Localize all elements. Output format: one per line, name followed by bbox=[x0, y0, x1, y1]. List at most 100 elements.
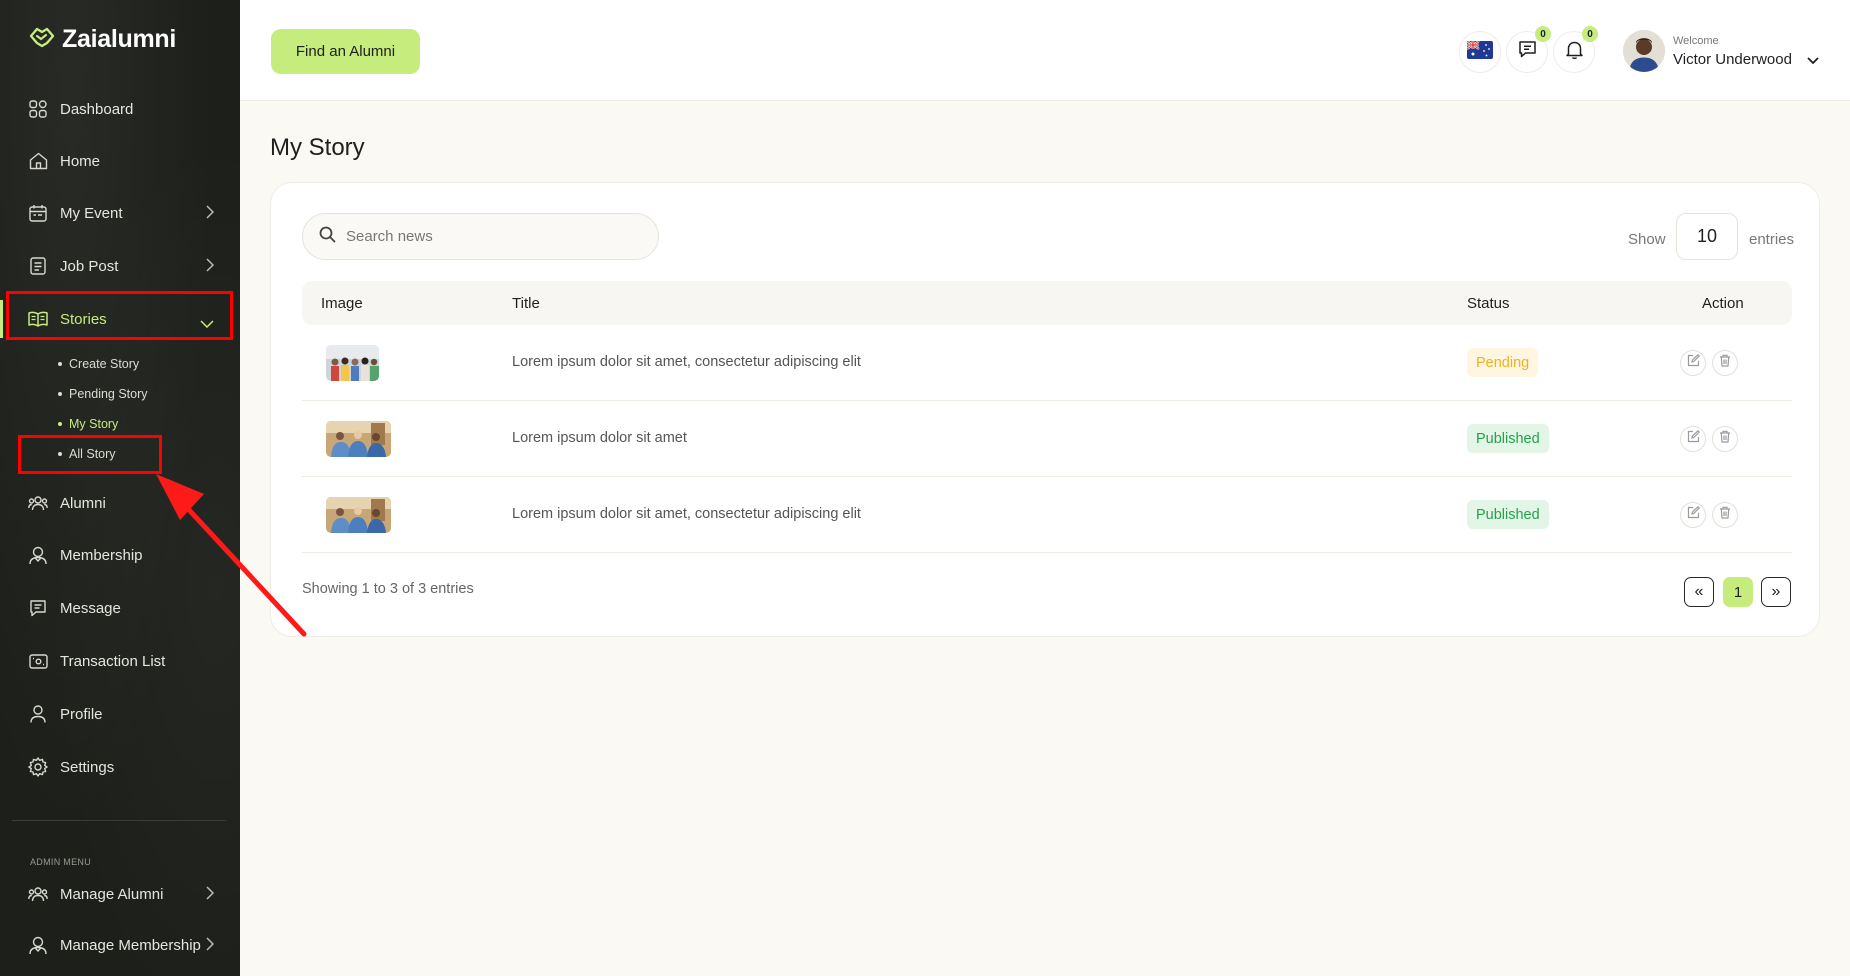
table-header: Image Title Status Action bbox=[302, 281, 1792, 325]
column-header-image: Image bbox=[321, 295, 363, 312]
messages-button[interactable]: 0 bbox=[1506, 26, 1551, 73]
sidebar-item-transaction-list[interactable]: Transaction List bbox=[0, 636, 240, 686]
show-label: Show bbox=[1628, 231, 1666, 248]
trash-icon bbox=[1719, 354, 1731, 372]
status-badge: Published bbox=[1467, 424, 1549, 453]
sidebar-item-membership[interactable]: Membership bbox=[0, 530, 240, 580]
language-selector[interactable] bbox=[1459, 31, 1501, 73]
chevron-down-icon bbox=[200, 315, 214, 332]
sidebar-item-job-post[interactable]: Job Post bbox=[0, 241, 240, 291]
welcome-label: Welcome bbox=[1673, 35, 1719, 47]
bullet-icon bbox=[58, 422, 62, 426]
sidebar-item-label: Manage Membership bbox=[60, 936, 201, 954]
trash-icon bbox=[1719, 506, 1731, 524]
chevron-right-icon bbox=[206, 937, 215, 955]
sidebar-item-my-event[interactable]: My Event bbox=[0, 188, 240, 238]
sidebar-item-label: Settings bbox=[60, 758, 115, 776]
gear-icon bbox=[28, 757, 48, 777]
story-title[interactable]: Lorem ipsum dolor sit amet, consectetur … bbox=[512, 354, 861, 370]
sidebar-item-label: Membership bbox=[60, 546, 143, 564]
sidebar-item-profile[interactable]: Profile bbox=[0, 689, 240, 739]
story-title[interactable]: Lorem ipsum dolor sit amet bbox=[512, 430, 687, 446]
sidebar-item-stories[interactable]: Stories bbox=[0, 294, 240, 344]
story-title[interactable]: Lorem ipsum dolor sit amet, consectetur … bbox=[512, 506, 861, 522]
edit-button[interactable] bbox=[1680, 426, 1706, 452]
search-input[interactable] bbox=[346, 228, 646, 245]
logo-text: Zaialumni bbox=[62, 25, 176, 53]
sidebar-subitem-pending-story[interactable]: Pending Story bbox=[58, 387, 148, 401]
sidebar-item-label: Job Post bbox=[60, 257, 119, 275]
table-row: Lorem ipsum dolor sit amet Published bbox=[302, 401, 1792, 477]
story-thumbnail bbox=[326, 345, 379, 381]
sidebar-item-label: My Event bbox=[60, 204, 123, 222]
calendar-icon bbox=[28, 203, 48, 223]
user-badge-icon bbox=[28, 545, 48, 565]
edit-button[interactable] bbox=[1680, 502, 1706, 528]
search-icon bbox=[319, 226, 336, 248]
table-row: Lorem ipsum dolor sit amet, consectetur … bbox=[302, 477, 1792, 553]
table-row: Lorem ipsum dolor sit amet, consectetur … bbox=[302, 325, 1792, 401]
sidebar-item-label: Message bbox=[60, 599, 121, 617]
chevron-right-icon bbox=[206, 258, 215, 276]
pagination-page-button[interactable]: 1 bbox=[1723, 577, 1753, 607]
wallet-icon bbox=[28, 651, 48, 671]
chevron-right-icon bbox=[206, 886, 215, 904]
notifications-button[interactable]: 0 bbox=[1553, 26, 1598, 73]
find-alumni-button[interactable]: Find an Alumni bbox=[271, 29, 420, 74]
message-icon bbox=[28, 598, 48, 618]
sidebar-item-label: Stories bbox=[60, 310, 107, 328]
pagination-next-button[interactable]: » bbox=[1761, 577, 1791, 607]
user-badge-icon bbox=[28, 935, 48, 955]
sidebar: Zaialumni Dashboard Home My Event Job Po… bbox=[0, 0, 240, 976]
delete-button[interactable] bbox=[1712, 502, 1738, 528]
column-header-status: Status bbox=[1467, 295, 1510, 312]
sidebar-item-message[interactable]: Message bbox=[0, 583, 240, 633]
edit-icon bbox=[1687, 505, 1700, 524]
sidebar-item-manage-membership[interactable]: Manage Membership bbox=[0, 920, 240, 970]
pagination-info: Showing 1 to 3 of 3 entries bbox=[302, 581, 474, 597]
stories-table-card: Show 10 entries Image Title Status Actio… bbox=[270, 182, 1820, 637]
user-name: Victor Underwood bbox=[1673, 51, 1792, 68]
sidebar-item-home[interactable]: Home bbox=[0, 136, 240, 186]
pagination-prev-button[interactable]: « bbox=[1684, 577, 1714, 607]
notifications-count-badge: 0 bbox=[1582, 26, 1598, 42]
chat-icon bbox=[1518, 40, 1537, 64]
home-icon bbox=[28, 151, 48, 171]
sidebar-item-label: Profile bbox=[60, 705, 103, 723]
column-header-title: Title bbox=[512, 295, 540, 312]
search-box[interactable] bbox=[302, 213, 659, 260]
sidebar-item-label: Alumni bbox=[60, 494, 106, 512]
chevron-down-icon[interactable] bbox=[1807, 52, 1819, 70]
top-header: Find an Alumni 0 0 Welcome Victor Underw… bbox=[240, 0, 1850, 101]
sidebar-item-dashboard[interactable]: Dashboard bbox=[0, 84, 240, 134]
entries-per-page-select[interactable]: 10 bbox=[1676, 213, 1738, 260]
edit-icon bbox=[1687, 429, 1700, 448]
sidebar-subitem-label: All Story bbox=[69, 447, 116, 461]
sidebar-subitem-label: Pending Story bbox=[69, 387, 148, 401]
story-thumbnail bbox=[326, 497, 391, 533]
sidebar-item-manage-alumni[interactable]: Manage Alumni bbox=[0, 869, 240, 919]
avatar[interactable] bbox=[1623, 30, 1665, 72]
sidebar-item-alumni[interactable]: Alumni bbox=[0, 478, 240, 528]
bullet-icon bbox=[58, 452, 62, 456]
edit-icon bbox=[1687, 353, 1700, 372]
sidebar-subitem-label: Create Story bbox=[69, 357, 140, 371]
sidebar-subitem-my-story[interactable]: My Story bbox=[58, 417, 118, 431]
edit-button[interactable] bbox=[1680, 350, 1706, 376]
handshake-logo-icon bbox=[28, 24, 56, 55]
delete-button[interactable] bbox=[1712, 426, 1738, 452]
sidebar-item-settings[interactable]: Settings bbox=[0, 742, 240, 792]
sidebar-divider bbox=[12, 820, 226, 821]
status-badge: Published bbox=[1467, 500, 1549, 529]
logo[interactable]: Zaialumni bbox=[28, 24, 176, 55]
book-icon bbox=[28, 309, 48, 329]
users-icon bbox=[28, 884, 48, 904]
sidebar-item-label: Dashboard bbox=[60, 100, 134, 118]
sidebar-subitem-create-story[interactable]: Create Story bbox=[58, 357, 139, 371]
sidebar-item-label: Manage Alumni bbox=[60, 885, 164, 903]
delete-button[interactable] bbox=[1712, 350, 1738, 376]
sidebar-subitem-all-story[interactable]: All Story bbox=[58, 447, 116, 461]
users-icon bbox=[28, 493, 48, 513]
story-thumbnail bbox=[326, 421, 391, 457]
page-title: My Story bbox=[270, 134, 365, 161]
